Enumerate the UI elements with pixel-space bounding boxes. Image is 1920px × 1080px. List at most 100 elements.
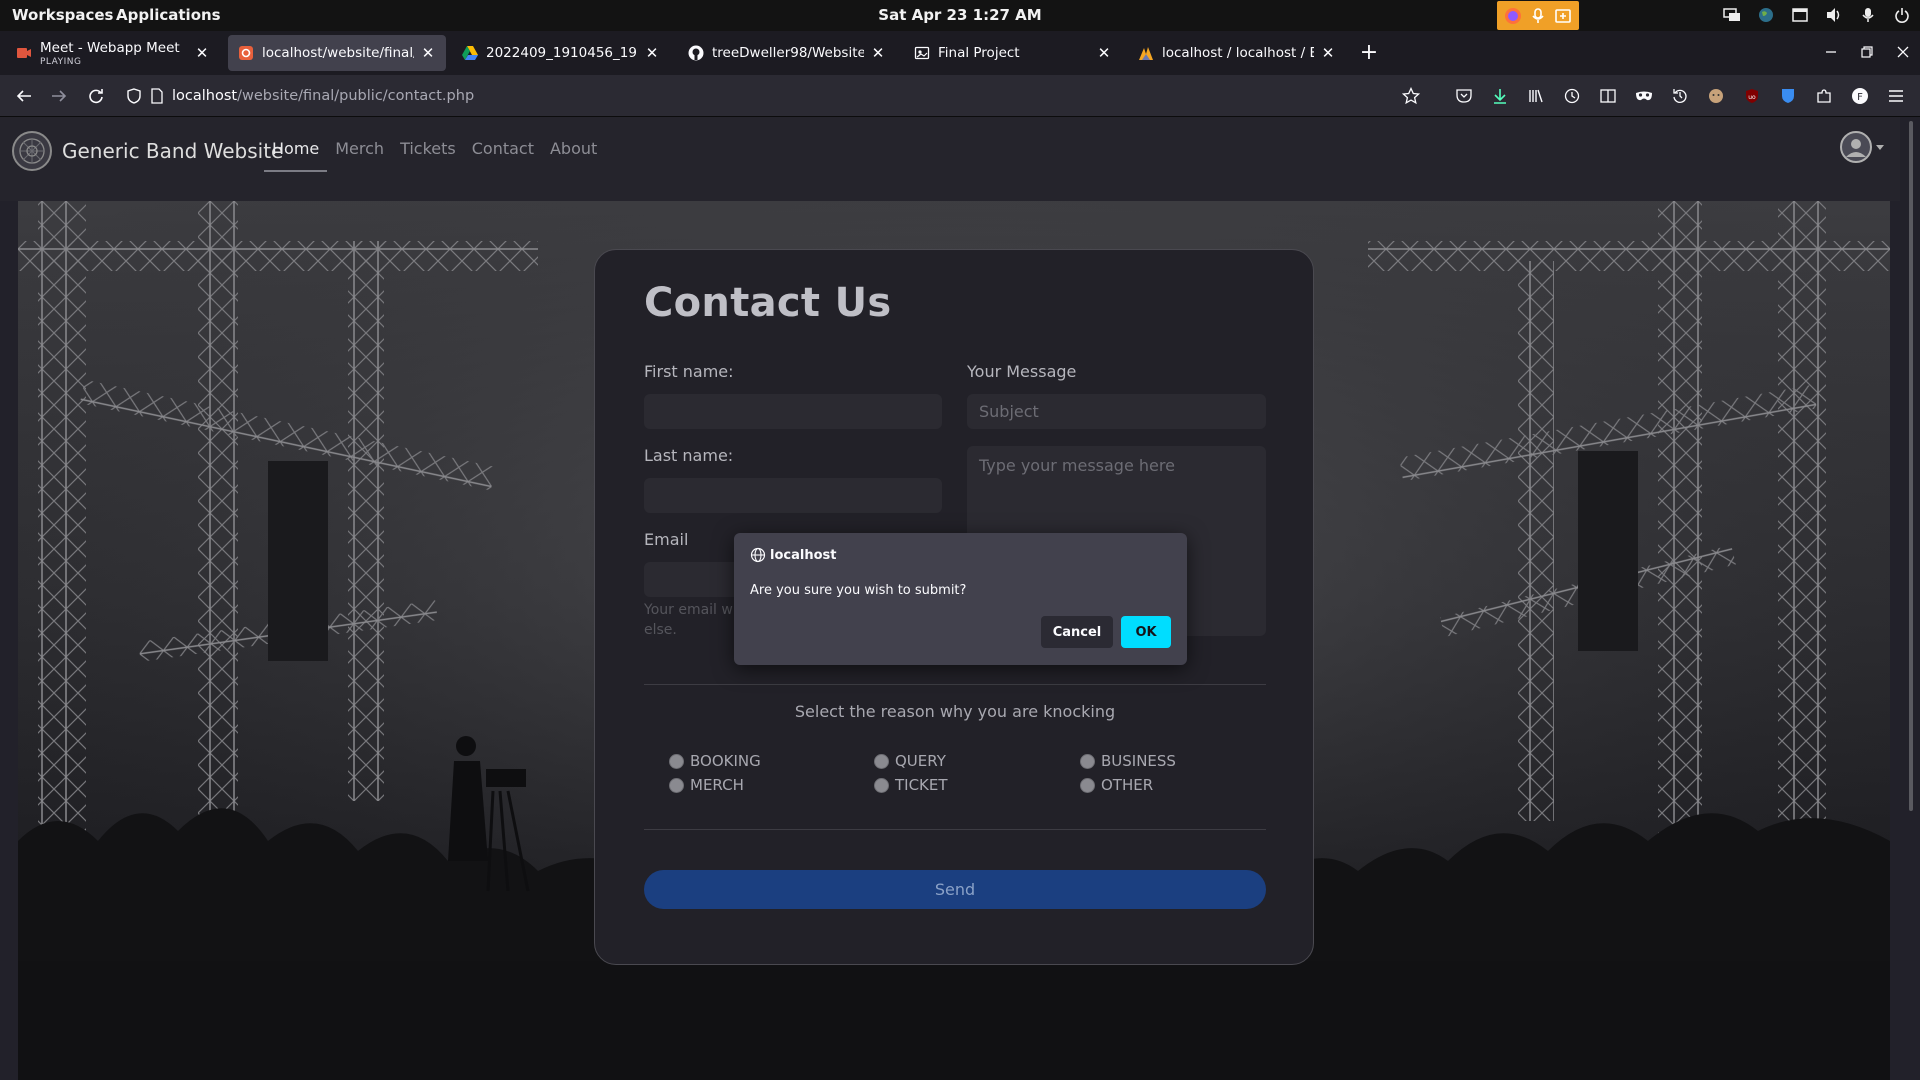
localhost-icon <box>238 45 254 61</box>
restore-session-icon[interactable] <box>1668 84 1692 108</box>
nav-link-about[interactable]: About <box>550 139 597 172</box>
applications-menu[interactable]: Applications <box>116 6 221 24</box>
site-title: Generic Band Website <box>62 139 284 163</box>
bitwarden-shield-icon[interactable] <box>1776 84 1800 108</box>
last-name-input[interactable] <box>644 478 942 513</box>
close-tab-icon[interactable]: ✕ <box>870 44 886 62</box>
tab-meet[interactable]: Meet - Webapp Meet PLAYING ✕ <box>6 35 220 71</box>
close-tab-icon[interactable]: ✕ <box>1096 44 1112 62</box>
close-window-icon[interactable] <box>1894 43 1912 61</box>
extension-face-icon[interactable] <box>1704 84 1728 108</box>
private-mask-icon[interactable] <box>1632 84 1656 108</box>
nav-link-contact[interactable]: Contact <box>472 139 534 172</box>
system-top-bar: Workspaces Applications Sat Apr 23 1:27 … <box>0 0 1920 31</box>
bookmark-star-icon[interactable] <box>1402 87 1420 105</box>
navigation-toolbar: localhost/website/final/public/contact.p… <box>0 75 1920 117</box>
microphone-tray-icon[interactable] <box>1528 6 1548 26</box>
send-button[interactable]: Send <box>644 870 1266 909</box>
new-tab-button[interactable]: + <box>1359 42 1379 64</box>
svg-text:uo: uo <box>1748 94 1756 101</box>
confirm-dialog: localhost Are you sure you wish to submi… <box>734 533 1187 665</box>
page-info-icon[interactable] <box>150 88 164 104</box>
radio-query[interactable]: QUERY <box>874 752 946 770</box>
site-navbar: Generic Band Website Home Merch Tickets … <box>0 117 1900 201</box>
nav-link-home[interactable]: Home <box>264 139 328 172</box>
tab-localhost-contact[interactable]: localhost/website/final/pub ✕ <box>228 35 446 71</box>
first-name-input[interactable] <box>644 394 942 429</box>
ublock-origin-icon[interactable]: uo <box>1740 84 1764 108</box>
workspaces-menu[interactable]: Workspaces <box>12 6 113 24</box>
radio-booking[interactable]: BOOKING <box>669 752 761 770</box>
email-help-text-line2: else. <box>644 622 677 638</box>
power-icon[interactable] <box>1892 5 1912 25</box>
url-host: localhost <box>172 88 238 104</box>
volume-icon[interactable] <box>1824 5 1844 25</box>
band-logo-icon <box>12 131 52 171</box>
microphone-icon[interactable] <box>1858 5 1878 25</box>
github-icon <box>688 45 704 61</box>
radio-other[interactable]: OTHER <box>1080 776 1153 794</box>
email-help-text-line1: Your email wil <box>644 602 741 618</box>
radio-business[interactable]: BUSINESS <box>1080 752 1176 770</box>
tab-strip: Meet - Webapp Meet PLAYING ✕ localhost/w… <box>0 31 1920 75</box>
dialog-origin: localhost <box>750 547 836 563</box>
radio-label: BOOKING <box>690 752 761 770</box>
tab-final-project[interactable]: Final Project ✕ <box>904 35 1122 71</box>
radio-label: QUERY <box>895 752 946 770</box>
tab-google-drive[interactable]: 2022409_1910456_1910496 - G ✕ <box>452 35 670 71</box>
message-label: Your Message <box>967 362 1077 381</box>
earth-icon[interactable] <box>1756 5 1776 25</box>
tracking-protection-shield-icon[interactable] <box>122 84 146 108</box>
hamburger-menu-icon[interactable] <box>1884 84 1908 108</box>
cancel-button[interactable]: Cancel <box>1041 616 1113 648</box>
tab-github[interactable]: treeDweller98/Website-For ✕ <box>678 35 896 71</box>
reload-icon <box>89 89 103 104</box>
chevron-down-icon <box>1876 144 1884 150</box>
tab-phpmyadmin[interactable]: localhost / localhost / Band ✕ <box>1128 35 1346 71</box>
firefox-tray-icon[interactable] <box>1503 6 1523 26</box>
subject-input[interactable] <box>967 394 1266 429</box>
phpmyadmin-icon <box>1138 45 1154 61</box>
tab-playing-label: PLAYING <box>40 56 82 67</box>
window-icon[interactable] <box>1790 5 1810 25</box>
ok-button[interactable]: OK <box>1121 616 1171 648</box>
reload-button[interactable] <box>84 84 108 108</box>
extensions-puzzle-icon[interactable] <box>1812 84 1836 108</box>
tab-title: localhost/website/final/pub <box>262 45 414 61</box>
page-scrollbar[interactable] <box>1906 117 1916 1080</box>
back-arrow-icon <box>16 90 31 102</box>
pocket-icon[interactable] <box>1452 84 1476 108</box>
radio-ticket[interactable]: TICKET <box>874 776 948 794</box>
tray-highlight-group <box>1497 1 1579 30</box>
globe-icon <box>750 547 766 563</box>
library-icon[interactable] <box>1524 84 1548 108</box>
nav-link-tickets[interactable]: Tickets <box>400 139 456 172</box>
radio-label: OTHER <box>1101 776 1154 794</box>
close-tab-icon[interactable]: ✕ <box>1320 44 1336 62</box>
close-tab-icon[interactable]: ✕ <box>194 44 210 62</box>
downloads-icon[interactable] <box>1488 84 1512 108</box>
radio-merch[interactable]: MERCH <box>669 776 744 794</box>
meet-icon <box>16 45 32 61</box>
minimize-icon[interactable] <box>1822 43 1840 61</box>
screen-share-tray-icon[interactable] <box>1553 6 1573 26</box>
sidebar-icon[interactable] <box>1596 84 1620 108</box>
restore-icon[interactable] <box>1858 43 1876 61</box>
close-tab-icon[interactable]: ✕ <box>644 44 660 62</box>
forward-button[interactable] <box>47 84 71 108</box>
nav-link-merch[interactable]: Merch <box>335 139 384 172</box>
site-nav-links: Home Merch Tickets Contact About <box>264 139 613 172</box>
firefox-account-icon[interactable]: F <box>1848 84 1872 108</box>
radio-label: MERCH <box>690 776 744 794</box>
clock[interactable]: Sat Apr 23 1:27 AM <box>878 6 1041 24</box>
back-button[interactable] <box>12 84 36 108</box>
svg-text:F: F <box>1857 92 1863 103</box>
dialog-origin-text: localhost <box>770 547 837 563</box>
display-icon[interactable] <box>1722 5 1742 25</box>
history-clock-icon[interactable] <box>1560 84 1584 108</box>
account-dropdown[interactable] <box>1840 131 1884 163</box>
url-bar[interactable]: localhost/website/final/public/contact.p… <box>150 80 1420 112</box>
site-brand[interactable]: Generic Band Website <box>12 131 283 171</box>
google-drive-icon <box>462 45 478 61</box>
close-tab-icon[interactable]: ✕ <box>420 44 436 62</box>
